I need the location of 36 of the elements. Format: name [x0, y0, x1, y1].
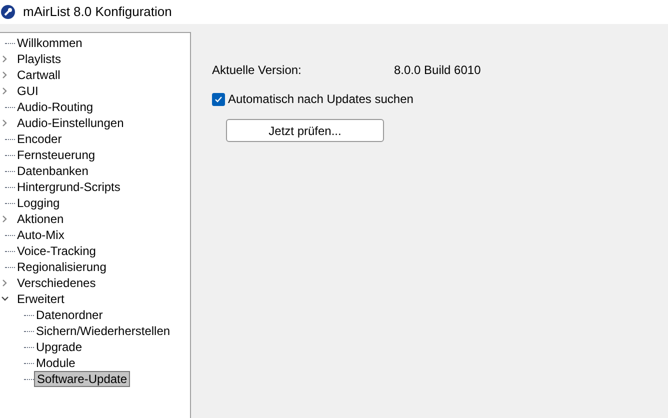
tree-item[interactable]: Verschiedenes — [15, 275, 98, 291]
chevron-right-icon[interactable] — [1, 279, 9, 287]
version-value: 8.0.0 Build 6010 — [394, 62, 481, 79]
chevron-right-icon[interactable] — [1, 215, 9, 223]
check-now-button[interactable]: Jetzt prüfen... — [226, 119, 384, 142]
tree-item[interactable]: Playlists — [15, 51, 64, 67]
tree-item[interactable]: Erweitert — [15, 291, 66, 307]
checkmark-icon — [214, 94, 223, 104]
chevron-right-icon[interactable] — [1, 55, 9, 63]
tree-item[interactable]: Upgrade — [34, 339, 84, 355]
tree-item[interactable]: Hintergrund-Scripts — [15, 179, 122, 195]
chevron-right-icon[interactable] — [1, 87, 9, 95]
tree-item[interactable]: Datenbanken — [15, 163, 90, 179]
tree-item[interactable]: Fernsteuerung — [15, 147, 98, 163]
tree-item[interactable]: GUI — [15, 83, 40, 99]
tree-item[interactable]: Aktionen — [15, 211, 66, 227]
version-label: Aktuelle Version: — [212, 62, 302, 79]
chevron-right-icon[interactable] — [1, 119, 9, 127]
tree-item[interactable]: Willkommen — [15, 35, 84, 51]
tree-item[interactable]: Sichern/Wiederherstellen — [34, 323, 172, 339]
tree-item[interactable]: Auto-Mix — [15, 227, 66, 243]
auto-update-label: Automatisch nach Updates suchen — [228, 91, 414, 108]
tree-item[interactable]: Module — [34, 355, 78, 371]
tree-item[interactable]: Datenordner — [34, 307, 105, 323]
tree-item[interactable]: Audio-Einstellungen — [15, 115, 126, 131]
tree-item[interactable]: Regionalisierung — [15, 259, 108, 275]
chevron-right-icon[interactable] — [1, 71, 9, 79]
tree-item[interactable]: Logging — [15, 195, 62, 211]
tree-item[interactable]: Voice-Tracking — [15, 243, 98, 259]
tree-item[interactable]: Software-Update — [34, 371, 130, 387]
window-title: mAirList 8.0 Konfiguration — [23, 3, 172, 22]
tree-item[interactable]: Encoder — [15, 131, 64, 147]
auto-update-checkbox[interactable] — [212, 92, 225, 106]
tree-item[interactable]: Audio-Routing — [15, 99, 96, 115]
tree-item[interactable]: Cartwall — [15, 67, 62, 83]
chevron-down-icon[interactable] — [1, 295, 9, 303]
